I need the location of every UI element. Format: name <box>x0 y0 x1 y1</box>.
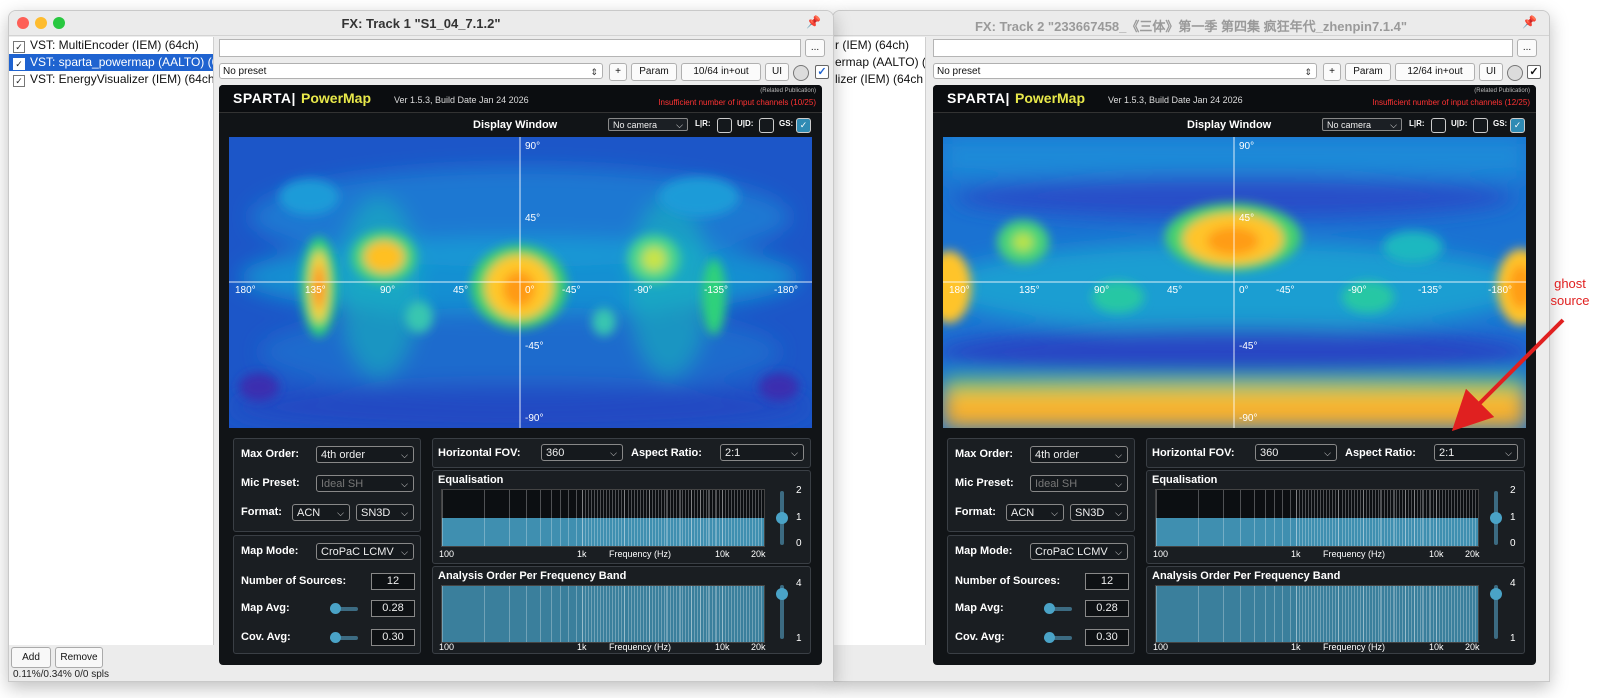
ghost-source-annotation: ghost source <box>1545 275 1595 309</box>
annotation-line2: source <box>1550 293 1590 308</box>
ghost-source-arrow <box>1451 318 1565 432</box>
annotation-line1: ghost <box>1554 276 1586 291</box>
